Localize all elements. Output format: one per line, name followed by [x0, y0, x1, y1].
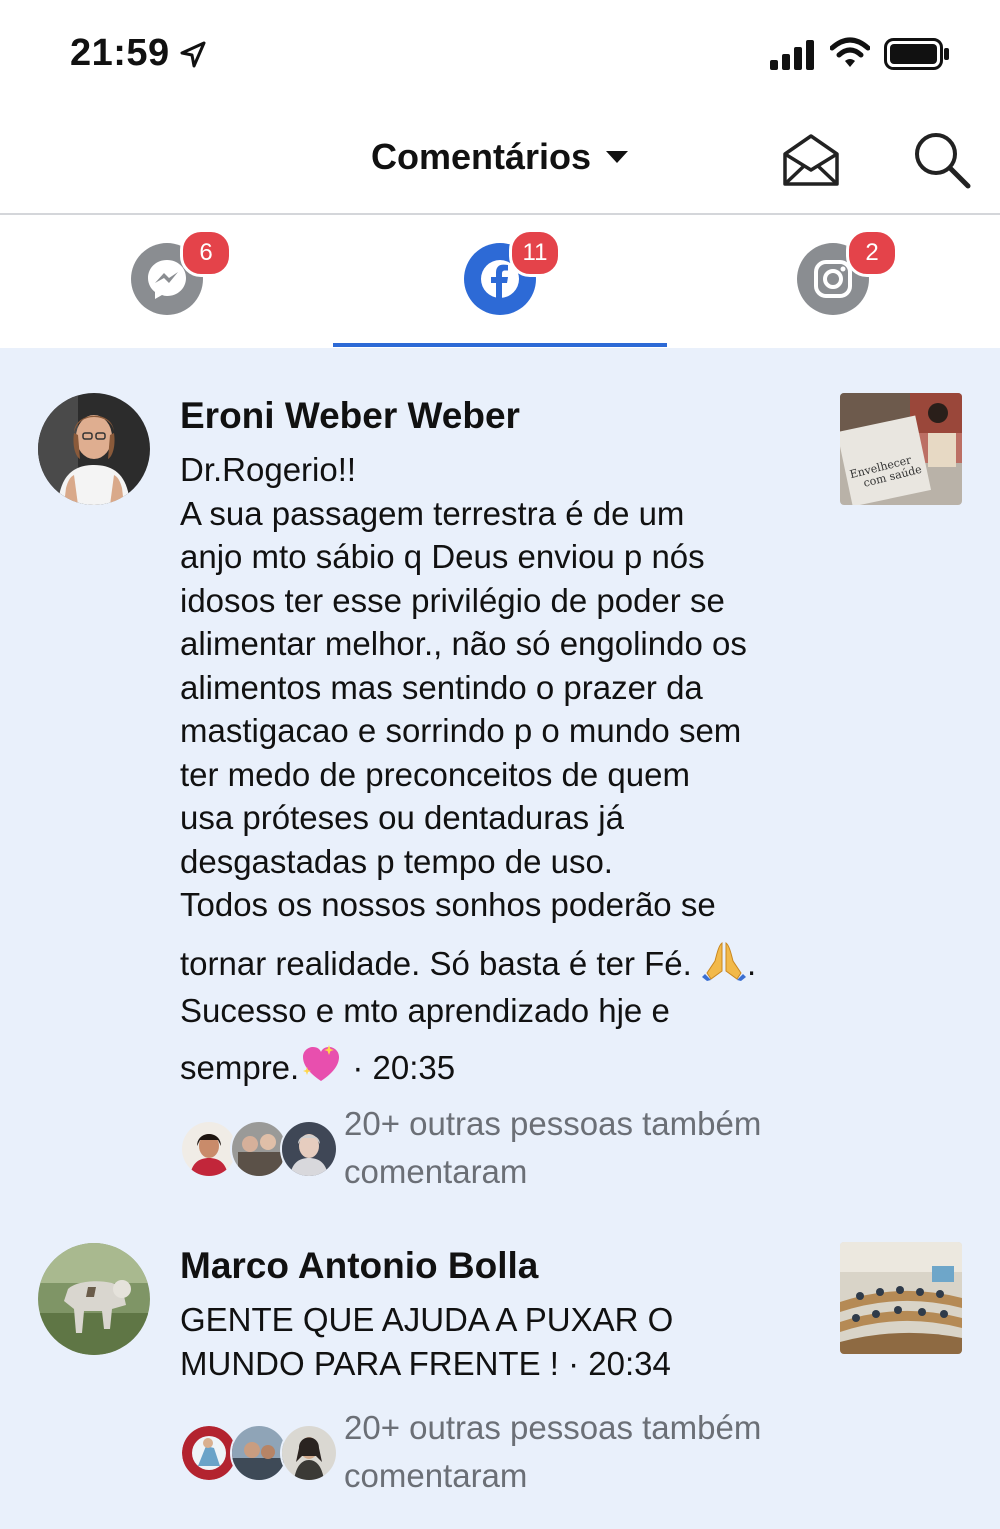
- status-bar: 21:59: [0, 0, 1000, 110]
- comment-line: A sua passagem terrestra é de um: [180, 494, 685, 532]
- messenger-badge: 6: [180, 229, 232, 277]
- post-thumbnail[interactable]: Envelhecer com saúde: [840, 393, 962, 505]
- comment-line: idosos ter esse privilégio de poder se: [180, 581, 725, 619]
- comment-line: desgastadas p tempo de uso.: [180, 842, 613, 880]
- wifi-icon: [830, 37, 870, 67]
- comment-line: tornar realidade. Só basta é ter Fé. .: [180, 939, 830, 986]
- comment-line: Todos os nossos sonhos poderão se: [180, 886, 716, 923]
- comment-text: .: [746, 944, 757, 982]
- mini-avatars: [180, 1424, 340, 1484]
- active-tab-indicator: [333, 343, 667, 347]
- cellular-signal-icon: [770, 40, 814, 70]
- comment-line: sempre. · 20:35: [180, 1043, 830, 1090]
- others-line: 20+ outras pessoas também: [344, 1105, 762, 1142]
- comment-line: usa próteses ou dentaduras já: [180, 799, 624, 836]
- comment-body: Dr.Rogerio!! A sua passagem terrestra é …: [180, 448, 830, 1089]
- praying-hands-icon: [701, 941, 746, 981]
- comment-text: sempre.: [180, 1048, 300, 1086]
- avatar: [280, 1424, 338, 1482]
- comment-body: GENTE QUE AJUDA A PUXAR O MUNDO PARA FRE…: [180, 1298, 830, 1385]
- post-thumbnail[interactable]: [840, 1242, 962, 1354]
- avatar: [280, 1120, 338, 1178]
- comment-author[interactable]: Marco Antonio Bolla: [180, 1245, 538, 1287]
- comment-line: GENTE QUE AJUDA A PUXAR O: [180, 1301, 674, 1338]
- comment-author[interactable]: Eroni Weber Weber: [180, 395, 520, 437]
- source-tabs: 6 11 2: [0, 215, 1000, 348]
- mini-avatars: [180, 1120, 340, 1180]
- battery-icon: [884, 38, 949, 70]
- search-icon[interactable]: [912, 130, 972, 190]
- tab-facebook[interactable]: 11: [333, 215, 666, 348]
- comment-text: tornar realidade. Só basta é ter Fé.: [180, 944, 692, 982]
- page-title[interactable]: Comentários: [0, 136, 1000, 178]
- comment-line: Sucesso e mto aprendizado hje e: [180, 992, 670, 1029]
- sparkling-heart-icon: [303, 1044, 340, 1081]
- comment-line: mastigacao e sorrindo p o mundo sem: [180, 712, 742, 749]
- others-line: 20+ outras pessoas também: [344, 1409, 762, 1446]
- comment-line: Dr.Rogerio!!: [180, 451, 357, 488]
- comment-item[interactable]: Eroni Weber Weber Envelhecer com saúde D…: [0, 348, 1000, 1228]
- tab-messenger[interactable]: 6: [0, 215, 333, 348]
- comment-item[interactable]: Marco Antonio Bolla GENTE QUE AJUDA A PU…: [0, 1228, 1000, 1528]
- others-commented[interactable]: 20+ outras pessoas também comentaram: [180, 1409, 830, 1510]
- others-commented-text: 20+ outras pessoas também comentaram: [344, 1404, 824, 1500]
- comment-line: ter medo de preconceitos de quem: [180, 755, 690, 793]
- comment-line: MUNDO PARA FRENTE ! · 20:34: [180, 1344, 671, 1382]
- caret-down-icon: [606, 151, 629, 163]
- others-commented[interactable]: 20+ outras pessoas também comentaram: [180, 1105, 830, 1206]
- avatar[interactable]: [38, 1243, 150, 1355]
- instagram-badge: 2: [846, 229, 898, 277]
- others-commented-text: 20+ outras pessoas também comentaram: [344, 1100, 824, 1196]
- comment-line: alimentar melhor., não só engolindo os: [180, 625, 747, 662]
- others-line: comentaram: [344, 1457, 528, 1494]
- comment-time: · 20:35: [343, 1048, 456, 1086]
- comment-line: alimentos mas sentindo o prazer da: [180, 668, 703, 706]
- status-time: 21:59: [70, 32, 170, 74]
- envelope-icon[interactable]: [782, 132, 840, 188]
- others-line: comentaram: [344, 1153, 528, 1190]
- avatar[interactable]: [38, 393, 150, 505]
- comment-line: anjo mto sábio q Deus enviou p nós: [180, 538, 705, 575]
- tab-instagram[interactable]: 2: [666, 215, 999, 348]
- facebook-badge: 11: [509, 229, 561, 277]
- top-header: Comentários: [0, 110, 1000, 215]
- location-arrow-icon: [180, 41, 206, 68]
- page-title-label: Comentários: [370, 136, 592, 177]
